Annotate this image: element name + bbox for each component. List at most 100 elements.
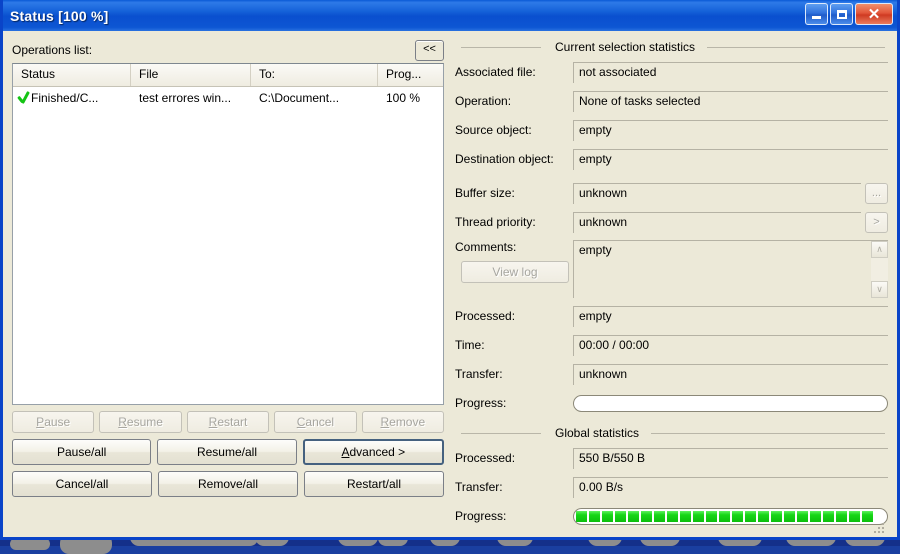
- progress-segment: [849, 510, 860, 522]
- comments-left-column: Comments: View log: [455, 240, 573, 298]
- green-check-icon: [17, 91, 30, 104]
- global-statistics-group-header: Global statistics: [455, 425, 888, 441]
- dialog-client-area: Operations list: << Status File To: Prog…: [3, 31, 897, 537]
- progress-segment: [654, 510, 665, 522]
- field-selection-progress: Progress:: [455, 392, 888, 414]
- scroll-up-icon[interactable]: ∧: [871, 241, 888, 258]
- value-selection-time[interactable]: 00:00 / 00:00: [573, 334, 888, 356]
- value-destination-object[interactable]: empty: [573, 148, 888, 170]
- remove-all-button[interactable]: Remove/all: [158, 471, 298, 497]
- cancel-all-button[interactable]: Cancel/all: [12, 471, 152, 497]
- field-selection-time: Time: 00:00 / 00:00: [455, 334, 888, 356]
- label-selection-progress: Progress:: [455, 396, 507, 410]
- resize-grip-icon[interactable]: [872, 521, 886, 535]
- restart-button[interactable]: Restart: [186, 411, 270, 433]
- label-global-transfer: Transfer:: [455, 480, 503, 494]
- progress-segment: [628, 510, 639, 522]
- progress-segment: [797, 510, 808, 522]
- progress-segment: [745, 510, 756, 522]
- comments-value: empty: [579, 243, 612, 257]
- resume-button[interactable]: Resume: [99, 411, 182, 433]
- scroll-down-icon[interactable]: ∨: [871, 281, 888, 298]
- operations-listview[interactable]: Status File To: Prog... Finished/C... te…: [12, 63, 444, 405]
- field-selection-transfer: Transfer: unknown: [455, 363, 888, 385]
- value-global-processed[interactable]: 550 B/550 B: [573, 447, 888, 469]
- progress-segment: [602, 510, 613, 522]
- progress-segment: [576, 510, 587, 522]
- close-icon: ✕: [867, 5, 881, 23]
- remove-button[interactable]: Remove: [361, 411, 445, 433]
- progress-segment: [732, 510, 743, 522]
- label-comments: Comments:: [455, 240, 517, 254]
- value-selection-processed[interactable]: empty: [573, 305, 888, 327]
- label-operation: Operation:: [455, 94, 512, 108]
- column-header-status[interactable]: Status: [13, 64, 131, 86]
- field-source-object: Source object: empty: [455, 119, 888, 141]
- field-thread-priority: Thread priority: unknown >: [455, 211, 888, 233]
- minimize-button[interactable]: [805, 3, 828, 25]
- progress-segment: [784, 510, 795, 522]
- maximize-button[interactable]: [830, 3, 853, 25]
- progress-segment: [667, 510, 678, 522]
- field-global-progress: Progress:: [455, 505, 888, 527]
- close-button[interactable]: ✕: [855, 3, 893, 25]
- value-thread-priority[interactable]: unknown: [573, 211, 861, 233]
- statistics-pane: Current selection statistics Associated …: [455, 39, 888, 537]
- progress-segment: [589, 510, 600, 522]
- advanced-button[interactable]: Advanced >: [302, 439, 444, 465]
- comments-scrollbar[interactable]: ∧ ∨: [871, 241, 888, 298]
- window-title: Status [100 %]: [10, 7, 109, 24]
- thread-priority-menu-button[interactable]: >: [865, 211, 888, 233]
- label-thread-priority: Thread priority:: [455, 215, 536, 229]
- progress-segment: [693, 510, 704, 522]
- global-progress-fill: [576, 510, 885, 522]
- value-associated-file[interactable]: not associated: [573, 61, 888, 83]
- pause-button[interactable]: Pause: [12, 411, 95, 433]
- progress-segment: [771, 510, 782, 522]
- column-header-to[interactable]: To:: [251, 64, 378, 86]
- cell-to: C:\Document...: [259, 91, 340, 105]
- column-header-file[interactable]: File: [131, 64, 251, 86]
- selection-progress-fill: [576, 398, 885, 409]
- view-log-button[interactable]: View log: [461, 261, 569, 283]
- value-selection-transfer[interactable]: unknown: [573, 363, 888, 385]
- item-action-buttons: Pause Resume Restart Cancel Remove: [12, 411, 445, 433]
- label-global-processed: Processed:: [455, 451, 516, 465]
- column-header-progress[interactable]: Prog...: [378, 64, 443, 86]
- value-buffer-size[interactable]: unknown: [573, 182, 861, 204]
- bulk-action-buttons-row-1: Pause/all Resume/all Advanced >: [12, 439, 444, 465]
- current-selection-title: Current selection statistics: [555, 40, 696, 54]
- table-row[interactable]: Finished/C... test errores win... C:\Doc…: [13, 87, 443, 109]
- progress-segment: [641, 510, 652, 522]
- cell-status-text: Finished/C...: [31, 91, 99, 105]
- cell-status: Finished/C...: [13, 91, 131, 105]
- progress-segment: [836, 510, 847, 522]
- value-source-object[interactable]: empty: [573, 119, 888, 141]
- title-bar[interactable]: Status [100 %] ✕: [3, 0, 897, 31]
- label-associated-file: Associated file:: [455, 65, 536, 79]
- collapse-panel-button[interactable]: <<: [415, 39, 444, 61]
- label-global-progress: Progress:: [455, 509, 507, 523]
- restart-all-button[interactable]: Restart/all: [304, 471, 444, 497]
- field-destination-object: Destination object: empty: [455, 148, 888, 170]
- label-selection-processed: Processed:: [455, 309, 516, 323]
- label-selection-transfer: Transfer:: [455, 367, 503, 381]
- cancel-button[interactable]: Cancel: [274, 411, 357, 433]
- field-buffer-size: Buffer size: unknown ...: [455, 182, 888, 204]
- progress-segment: [810, 510, 821, 522]
- value-operation[interactable]: None of tasks selected: [573, 90, 888, 112]
- comments-textarea[interactable]: empty ∧ ∨: [573, 240, 888, 298]
- pause-all-button[interactable]: Pause/all: [12, 439, 152, 465]
- field-associated-file: Associated file: not associated: [455, 61, 888, 83]
- value-global-transfer[interactable]: 0.00 B/s: [573, 476, 888, 498]
- progress-segment: [758, 510, 769, 522]
- resume-all-button[interactable]: Resume/all: [157, 439, 297, 465]
- progress-segment: [706, 510, 717, 522]
- minimize-icon: [812, 16, 821, 19]
- global-statistics-title: Global statistics: [555, 426, 640, 440]
- field-comments: Comments: View log empty ∧ ∨: [455, 240, 888, 298]
- selection-progress-bar: [573, 394, 888, 412]
- label-source-object: Source object:: [455, 123, 532, 137]
- buffer-size-browse-button[interactable]: ...: [865, 182, 888, 204]
- progress-segment: [680, 510, 691, 522]
